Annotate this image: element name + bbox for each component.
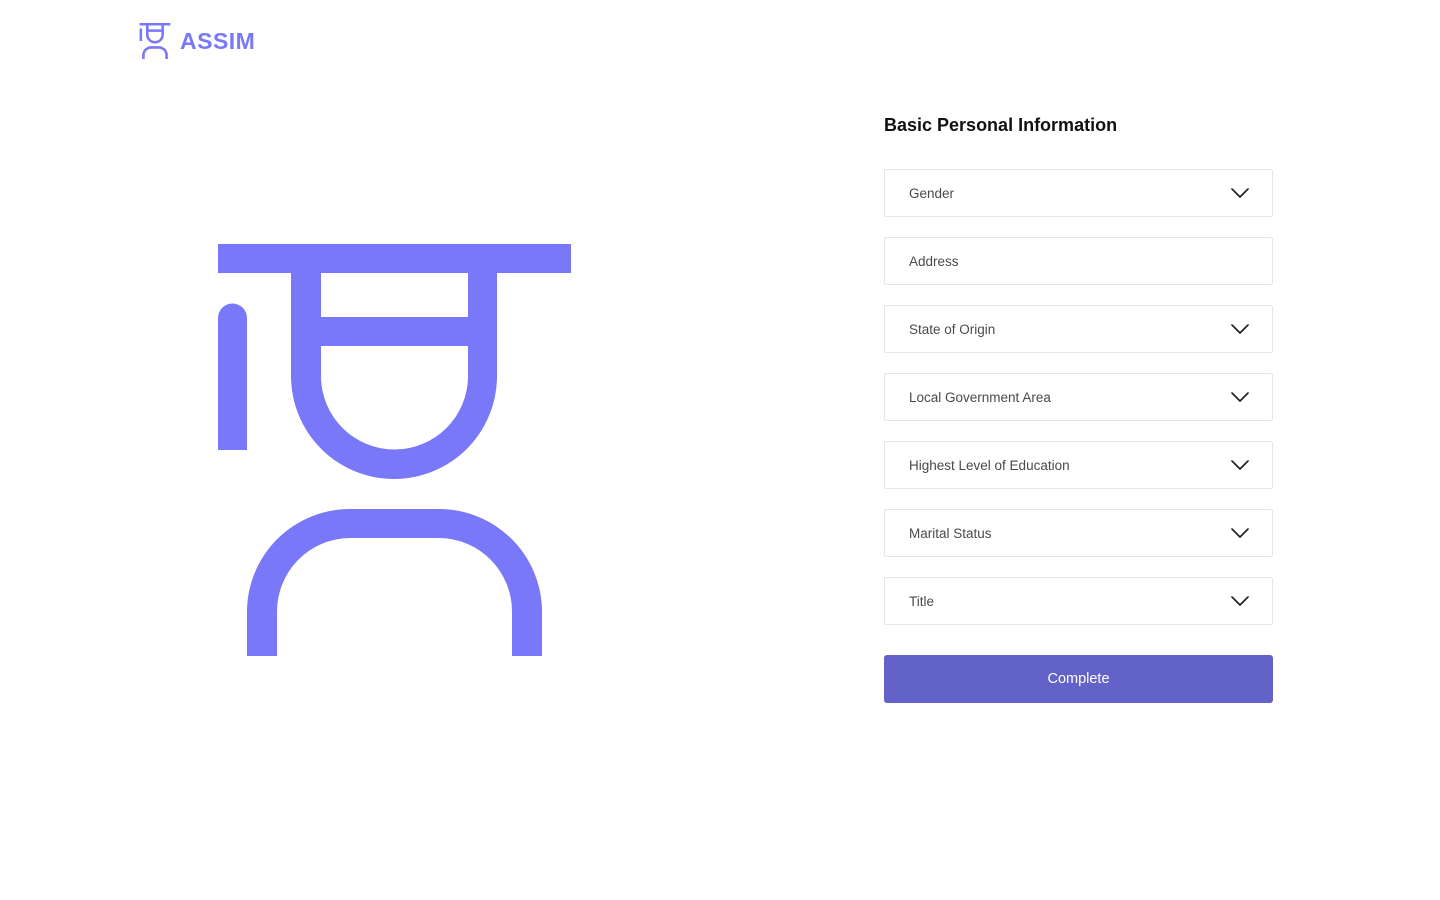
chevron-down-icon bbox=[1231, 324, 1249, 334]
chevron-down-icon bbox=[1231, 528, 1249, 538]
title-label: Title bbox=[909, 593, 935, 609]
page: ASSIM Basic Personal Information Gender bbox=[0, 0, 1440, 900]
address-field[interactable] bbox=[884, 237, 1273, 285]
head-shape bbox=[291, 273, 497, 479]
chevron-down-icon bbox=[1231, 460, 1249, 470]
logo[interactable]: ASSIM bbox=[139, 23, 255, 59]
chevron-down-icon bbox=[1231, 188, 1249, 198]
graduate-person-icon bbox=[139, 23, 171, 59]
education-level-label: Highest Level of Education bbox=[909, 457, 1070, 473]
logo-text: ASSIM bbox=[180, 27, 256, 54]
title-select[interactable]: Title bbox=[884, 577, 1273, 625]
form-title: Basic Personal Information bbox=[884, 115, 1118, 135]
chevron-down-icon bbox=[1231, 392, 1249, 402]
marital-status-select[interactable]: Marital Status bbox=[884, 509, 1273, 557]
state-of-origin-label: State of Origin bbox=[909, 321, 996, 337]
local-government-area-label: Local Government Area bbox=[909, 389, 1051, 405]
address-input[interactable] bbox=[909, 253, 1249, 269]
chevron-down-icon bbox=[1231, 596, 1249, 606]
personal-info-form: Basic Personal Information Gender State … bbox=[884, 114, 1273, 703]
education-level-select[interactable]: Highest Level of Education bbox=[884, 441, 1273, 489]
hero-illustration bbox=[218, 244, 571, 656]
mortarboard-top bbox=[218, 244, 571, 273]
gender-label: Gender bbox=[909, 185, 955, 201]
tassel bbox=[218, 303, 247, 450]
complete-button[interactable]: Complete bbox=[884, 655, 1273, 703]
shoulders-shape bbox=[247, 509, 542, 656]
gender-select[interactable]: Gender bbox=[884, 169, 1273, 217]
state-of-origin-select[interactable]: State of Origin bbox=[884, 305, 1273, 353]
marital-status-label: Marital Status bbox=[909, 525, 992, 541]
local-government-area-select[interactable]: Local Government Area bbox=[884, 373, 1273, 421]
form-fields: Gender State of Origin Local Government … bbox=[884, 169, 1273, 625]
